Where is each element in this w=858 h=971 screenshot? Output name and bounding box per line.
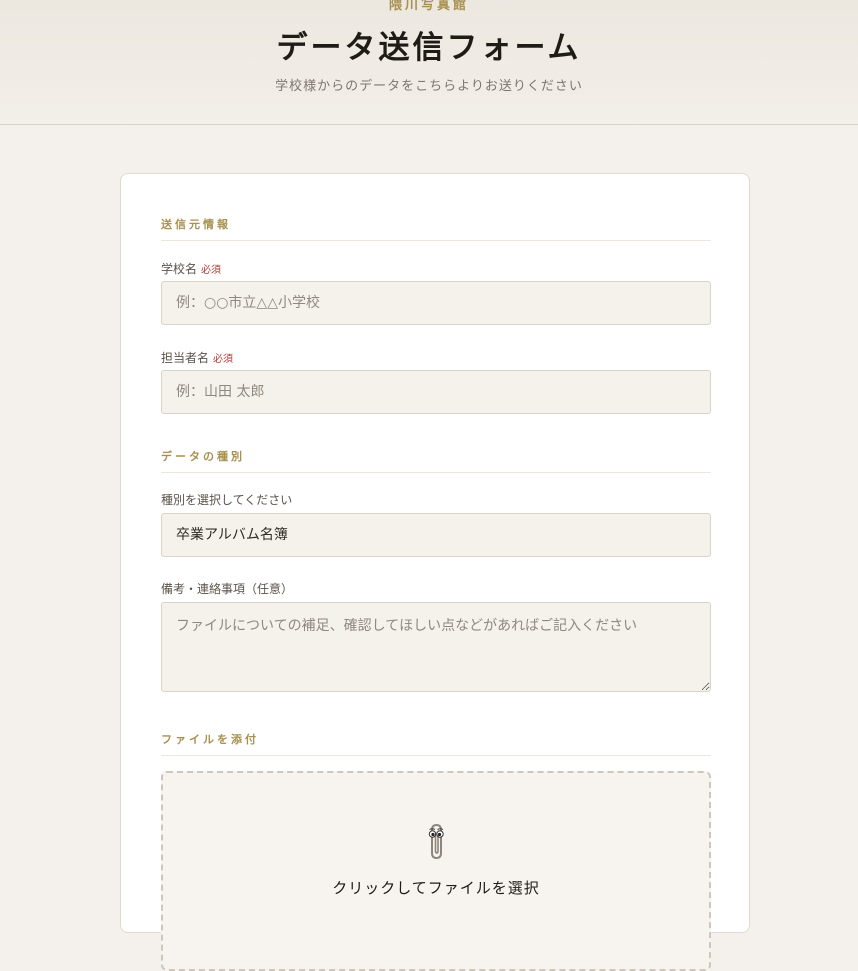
page-title: データ送信フォーム xyxy=(276,30,582,66)
required-badge: 必須 xyxy=(213,354,234,365)
section-sender-heading: 送信元情報 xyxy=(161,216,711,241)
type-label: 種別を選択してください xyxy=(161,493,293,507)
page-header: 隈川写真館 データ送信フォーム 学校様からのデータをこちらよりお送りください xyxy=(0,0,858,125)
school-label-text: 学校名 xyxy=(161,262,198,276)
person-input[interactable] xyxy=(161,370,711,414)
section-data-type-heading: データの種別 xyxy=(161,448,711,473)
dropzone-text: クリックしてファイルを選択 xyxy=(332,879,540,897)
school-label: 学校名 必須 xyxy=(161,260,221,277)
file-dropzone[interactable]: クリックしてファイルを選択 xyxy=(161,771,711,971)
brand-name: 隈川写真館 xyxy=(388,0,469,13)
form-card: 送信元情報 学校名必須 担当者名必須 データの種別 種別を選択してください 卒業… xyxy=(120,173,750,971)
notes-textarea[interactable] xyxy=(161,602,711,692)
page-subtitle: 学校様からのデータをこちらよりお送りください xyxy=(275,79,583,94)
person-label: 担当者名 必須 xyxy=(161,349,233,366)
type-select[interactable]: 卒業アルバム名簿 xyxy=(161,513,711,557)
notes-label: 備考・連絡事項（任意） xyxy=(161,582,294,596)
school-input[interactable] xyxy=(161,281,711,325)
section-attach-heading: ファイルを添付 xyxy=(161,731,711,756)
person-label-text: 担当者名 xyxy=(161,351,210,365)
type-select-value: 卒業アルバム名簿 xyxy=(176,527,288,543)
paperclip-icon xyxy=(428,823,444,860)
required-badge: 必須 xyxy=(201,265,222,276)
